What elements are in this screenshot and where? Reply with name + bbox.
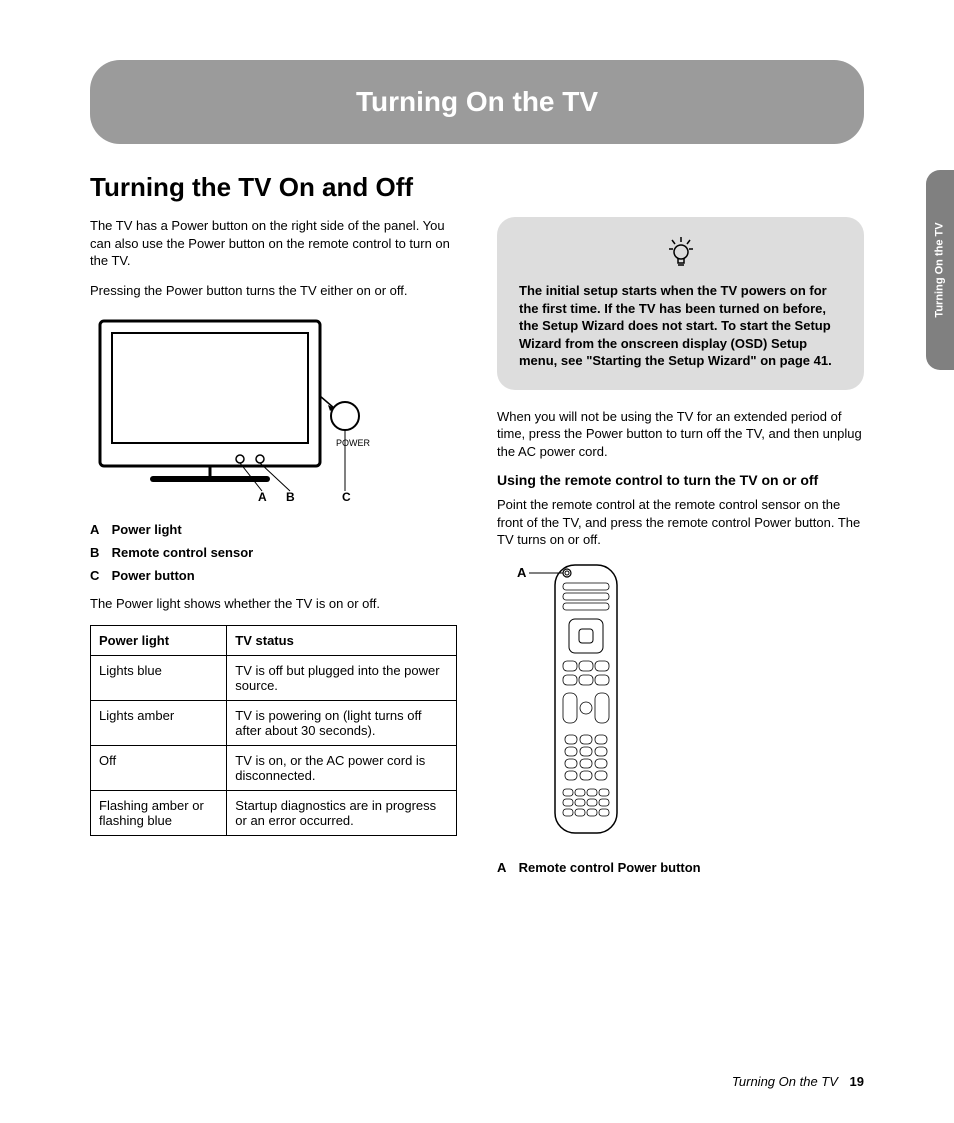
table-row: Off TV is on, or the AC power cord is di… bbox=[91, 745, 457, 790]
legend-key: C bbox=[90, 568, 108, 583]
legend-row-c: C Power button bbox=[90, 568, 457, 583]
legend-label: Remote control Power button bbox=[519, 860, 701, 875]
right-column: The initial setup starts when the TV pow… bbox=[497, 217, 864, 883]
tv-figure: POWER A B C bbox=[90, 311, 457, 506]
remote-instruction: Point the remote control at the remote c… bbox=[497, 496, 864, 549]
legend-row-a: A Power light bbox=[90, 522, 457, 537]
legend-key: A bbox=[90, 522, 108, 537]
svg-text:A: A bbox=[258, 490, 267, 501]
legend-label: Remote control sensor bbox=[112, 545, 254, 560]
table-row: Flashing amber or flashing blue Startup … bbox=[91, 790, 457, 835]
legend-row-b: B Remote control sensor bbox=[90, 545, 457, 560]
page-footer: Turning On the TV 19 bbox=[732, 1074, 864, 1089]
page-number: 19 bbox=[850, 1074, 864, 1089]
power-light-table: Power light TV status Lights blue TV is … bbox=[90, 625, 457, 836]
table-row: Lights amber TV is powering on (light tu… bbox=[91, 700, 457, 745]
legend-label: Power light bbox=[112, 522, 182, 537]
chapter-banner: Turning On the TV bbox=[90, 60, 864, 144]
intro-paragraph-2: Pressing the Power button turns the TV e… bbox=[90, 282, 457, 300]
table-header: TV status bbox=[227, 625, 457, 655]
svg-text:C: C bbox=[342, 490, 351, 501]
chapter-title: Turning On the TV bbox=[356, 86, 598, 117]
left-column: The TV has a Power button on the right s… bbox=[90, 217, 457, 883]
legend-key: A bbox=[497, 860, 515, 875]
legend-label: Power button bbox=[112, 568, 195, 583]
svg-text:B: B bbox=[286, 490, 295, 501]
table-header: Power light bbox=[91, 625, 227, 655]
tip-text: The initial setup starts when the TV pow… bbox=[519, 282, 842, 370]
table-row: Lights blue TV is off but plugged into t… bbox=[91, 655, 457, 700]
legend-key: B bbox=[90, 545, 108, 560]
lightbulb-icon bbox=[519, 237, 842, 272]
extended-off-paragraph: When you will not be using the TV for an… bbox=[497, 408, 864, 461]
intro-paragraph-1: The TV has a Power button on the right s… bbox=[90, 217, 457, 270]
svg-text:A: A bbox=[517, 565, 527, 580]
page-content: Turning On the TV Turning the TV On and … bbox=[0, 0, 954, 1123]
tip-box: The initial setup starts when the TV pow… bbox=[497, 217, 864, 390]
footer-title: Turning On the TV bbox=[732, 1074, 838, 1089]
remote-legend-row: A Remote control Power button bbox=[497, 860, 864, 875]
section-title: Turning the TV On and Off bbox=[90, 172, 864, 203]
remote-figure: A bbox=[497, 561, 864, 846]
svg-text:POWER: POWER bbox=[336, 438, 371, 448]
power-light-intro: The Power light shows whether the TV is … bbox=[90, 595, 457, 613]
remote-subheading: Using the remote control to turn the TV … bbox=[497, 472, 864, 488]
